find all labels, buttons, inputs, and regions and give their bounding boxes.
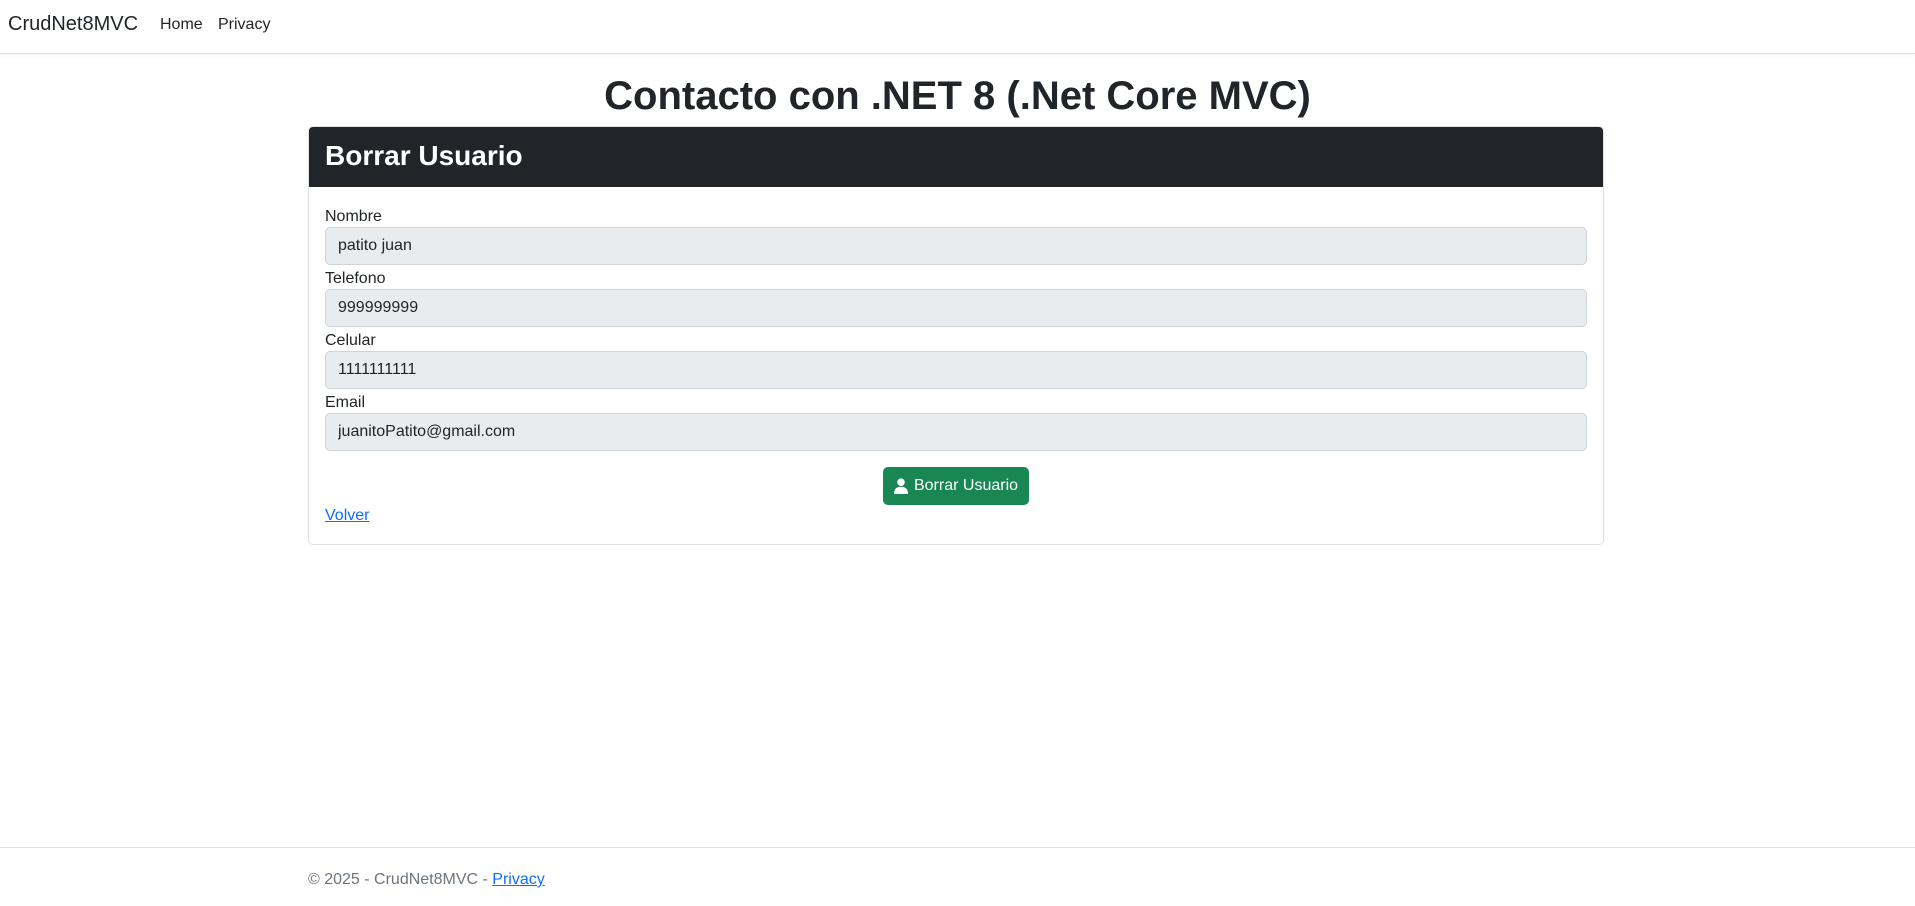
celular-label: Celular <box>325 332 376 349</box>
nombre-field[interactable] <box>325 227 1587 265</box>
delete-user-button-label: Borrar Usuario <box>913 477 1019 494</box>
brand-link[interactable]: CrudNet8MVC <box>8 13 138 36</box>
telefono-field[interactable] <box>325 289 1587 327</box>
celular-field[interactable] <box>325 351 1587 389</box>
email-label: Email <box>325 394 366 411</box>
footer-copyright: © 2025 - CrudNet8MVC - <box>308 871 493 888</box>
footer-privacy-link[interactable]: Privacy <box>492 871 544 888</box>
telefono-label: Telefono <box>325 270 386 287</box>
footer-text: © 2025 - CrudNet8MVC - Privacy <box>308 871 545 889</box>
user-icon <box>893 478 908 494</box>
footer: © 2025 - CrudNet8MVC - Privacy <box>0 847 1915 906</box>
top-navbar: CrudNet8MVC Home Privacy <box>0 0 1915 54</box>
nav-home-link[interactable]: Home <box>160 16 203 34</box>
email-field[interactable] <box>325 413 1587 451</box>
back-link[interactable]: Volver <box>325 507 369 525</box>
card-header: Borrar Usuario <box>309 127 1603 187</box>
page-title: Contacto con .NET 8 (.Net Core MVC) <box>604 74 1311 118</box>
delete-user-card: Borrar Usuario Nombre Telefono Celular E… <box>308 126 1604 545</box>
nav-privacy-link[interactable]: Privacy <box>218 16 270 34</box>
nombre-label: Nombre <box>325 208 382 225</box>
delete-user-button[interactable]: Borrar Usuario <box>883 467 1029 505</box>
card-title: Borrar Usuario <box>325 140 523 171</box>
